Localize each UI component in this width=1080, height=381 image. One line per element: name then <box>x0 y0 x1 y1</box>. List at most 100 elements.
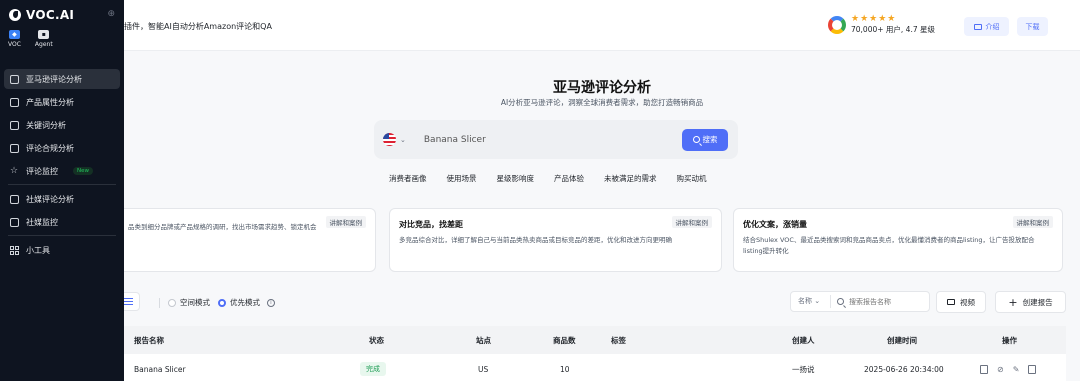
status-badge: 完成 <box>360 362 386 376</box>
sidebar-item-label: 评论合规分析 <box>26 143 74 153</box>
chip-usage-scenario[interactable]: 使用场景 <box>437 173 487 185</box>
search-icon <box>692 136 700 143</box>
col-ops: 操作 <box>1002 335 1017 345</box>
promo-ticker[interactable]: 插件，智能AI自动分析Amazon评论和QA <box>124 21 272 32</box>
brand-name: VOC.AI <box>26 8 75 22</box>
chip-product-experience[interactable]: 产品体验 <box>544 173 594 185</box>
video-button[interactable]: 视频 <box>936 291 986 313</box>
voc-mode-icon: ◆ <box>8 30 20 39</box>
social-chat-icon <box>10 194 19 204</box>
link-icon[interactable]: ⊘ <box>997 365 1004 374</box>
mode-voc[interactable]: ◆ VOC <box>8 30 21 56</box>
download-button[interactable]: 下载 <box>1017 17 1048 36</box>
sidebar-item-label: 评论监控 <box>26 166 58 176</box>
star-icon: ☆ <box>10 165 19 176</box>
row-actions: ⊘ ✎ <box>980 364 1037 374</box>
compliance-icon <box>10 143 19 153</box>
search-icon <box>837 298 844 305</box>
create-report-button[interactable]: + 创建报告 <box>995 291 1066 313</box>
chip-unmet-needs[interactable]: 未被满足的需求 <box>594 173 667 185</box>
sidebar-item-label: 关键词分析 <box>26 120 66 130</box>
chevron-down-icon[interactable]: ⌄ <box>400 136 406 144</box>
space-mode-label: 空间模式 <box>180 298 210 307</box>
sidebar-item-label: 小工具 <box>26 245 50 255</box>
page-subtitle: AI分析亚马逊评论，洞察全球消费者需求，助您打造畅销商品 <box>500 98 704 107</box>
pin-icon[interactable]: ⊕ <box>107 9 115 19</box>
edit-icon[interactable]: ✎ <box>1013 365 1020 374</box>
play-icon <box>10 217 19 227</box>
us-flag-icon[interactable] <box>383 133 396 146</box>
count-cell: 10 <box>560 364 570 374</box>
mode-voc-label: VOC <box>8 41 21 48</box>
col-created: 创建时间 <box>887 335 917 345</box>
feature-card[interactable]: 对比竞品，找差距 多竞品综合对比，详细了解自己与当前品类热卖商品或目标竞品的差距… <box>389 208 722 272</box>
sidebar-item-amazon-review-analysis[interactable]: 亚马逊评论分析 <box>4 69 120 89</box>
divider <box>159 297 160 308</box>
chip-consumer-profile[interactable]: 消费者画像 <box>389 173 437 185</box>
col-status: 状态 <box>369 335 384 345</box>
sidebar-item-label: 社媒评论分析 <box>26 194 74 204</box>
card-tag[interactable]: 讲解和案例 <box>325 216 366 228</box>
card-tag[interactable]: 讲解和案例 <box>671 216 712 228</box>
brand[interactable]: VOC.AI <box>0 0 124 30</box>
page-title: 亚马逊评论分析 <box>553 80 651 96</box>
topic-chips: 消费者画像 使用场景 星级影响度 产品体验 未被满足的需求 购买动机 <box>389 173 717 185</box>
search-button-label: 搜索 <box>702 135 718 144</box>
list-icon <box>124 298 133 305</box>
report-search-input[interactable] <box>849 297 929 306</box>
agent-mode-icon: ▪ <box>38 30 50 39</box>
report-name[interactable]: Banana Slicer <box>134 365 186 374</box>
filter-field-select[interactable]: 名称 ⌄ <box>791 295 832 308</box>
table-header: 报告名称 状态 站点 商品数 标签 创建人 创建时间 操作 <box>124 326 1066 354</box>
col-name: 报告名称 <box>134 335 164 345</box>
card-title: 优化文案，涨销量 <box>743 220 807 229</box>
card-tag[interactable]: 讲解和案例 <box>1012 216 1053 228</box>
mode-agent[interactable]: ▪ Agent <box>35 30 53 56</box>
sidebar-divider <box>8 184 116 185</box>
chip-star-impact[interactable]: 星级影响度 <box>487 173 545 185</box>
created-cell: 2025-06-26 20:34:00 <box>864 364 944 374</box>
chat-icon <box>10 74 19 84</box>
search-bar: ⌄ 搜索 <box>374 120 738 159</box>
create-report-label: 创建报告 <box>1022 297 1053 307</box>
sidebar-item-product-attribute[interactable]: 产品属性分析 <box>4 92 120 112</box>
space-mode-radio[interactable] <box>168 298 176 307</box>
delete-icon[interactable] <box>1028 364 1037 374</box>
keyword-icon <box>10 120 19 130</box>
filter-field-label: 名称 <box>798 297 812 305</box>
video-icon <box>947 299 955 305</box>
video-icon <box>973 23 982 30</box>
grid-icon <box>10 245 19 255</box>
intro-button[interactable]: 介绍 <box>964 17 1009 36</box>
sidebar-item-label: 产品属性分析 <box>26 97 74 107</box>
search-input[interactable] <box>423 134 664 145</box>
rating-text: 70,000+ 用户, 4.7 星级 <box>851 25 935 34</box>
sidebar-item-review-monitor[interactable]: ☆ 评论监控 New <box>4 161 120 181</box>
sidebar-item-compliance[interactable]: 评论合规分析 <box>4 138 120 158</box>
sidebar-nav: 亚马逊评论分析 产品属性分析 关键词分析 评论合规分析 ☆ 评论监控 New 社… <box>0 69 124 260</box>
chip-purchase-motivation[interactable]: 购买动机 <box>667 173 717 185</box>
info-icon[interactable]: i <box>267 298 275 307</box>
new-badge: New <box>73 167 93 175</box>
table-row[interactable]: Banana Slicer 完成 US 10 一扬说 2025-06-26 20… <box>124 354 1066 381</box>
col-count: 商品数 <box>553 335 576 345</box>
creator-cell: 一扬说 <box>792 364 815 374</box>
sidebar-item-tools[interactable]: 小工具 <box>4 240 120 260</box>
report-filter: 名称 ⌄ <box>790 291 930 312</box>
intro-label: 介绍 <box>985 22 1000 31</box>
col-creator: 创建人 <box>792 335 815 345</box>
report-icon[interactable] <box>980 364 988 374</box>
feature-card[interactable]: 品类到细分品牌或产品规格的调研，找出市场需求趋势、锁定机会 讲解和案例 <box>118 208 376 272</box>
voc-logo-icon <box>9 9 21 21</box>
priority-mode-radio[interactable] <box>218 298 226 307</box>
feature-card[interactable]: 优化文案，涨销量 结合Shulex VOC、最近品类搜索词和竞品商品卖点，优化最… <box>733 208 1063 272</box>
card-title: 对比竞品，找差距 <box>399 220 463 229</box>
topbar: 插件，智能AI自动分析Amazon评论和QA ★★★★★ 70,000+ 用户,… <box>124 0 1080 51</box>
search-button[interactable]: 搜索 <box>682 128 728 151</box>
sidebar-item-social-review[interactable]: 社媒评论分析 <box>4 189 120 209</box>
sidebar-item-social-monitor[interactable]: 社媒监控 <box>4 212 120 232</box>
google-logo-icon <box>828 15 846 34</box>
sidebar-item-keyword[interactable]: 关键词分析 <box>4 115 120 135</box>
rating-stars-icon: ★★★★★ <box>851 14 897 24</box>
site-cell: US <box>478 364 489 374</box>
